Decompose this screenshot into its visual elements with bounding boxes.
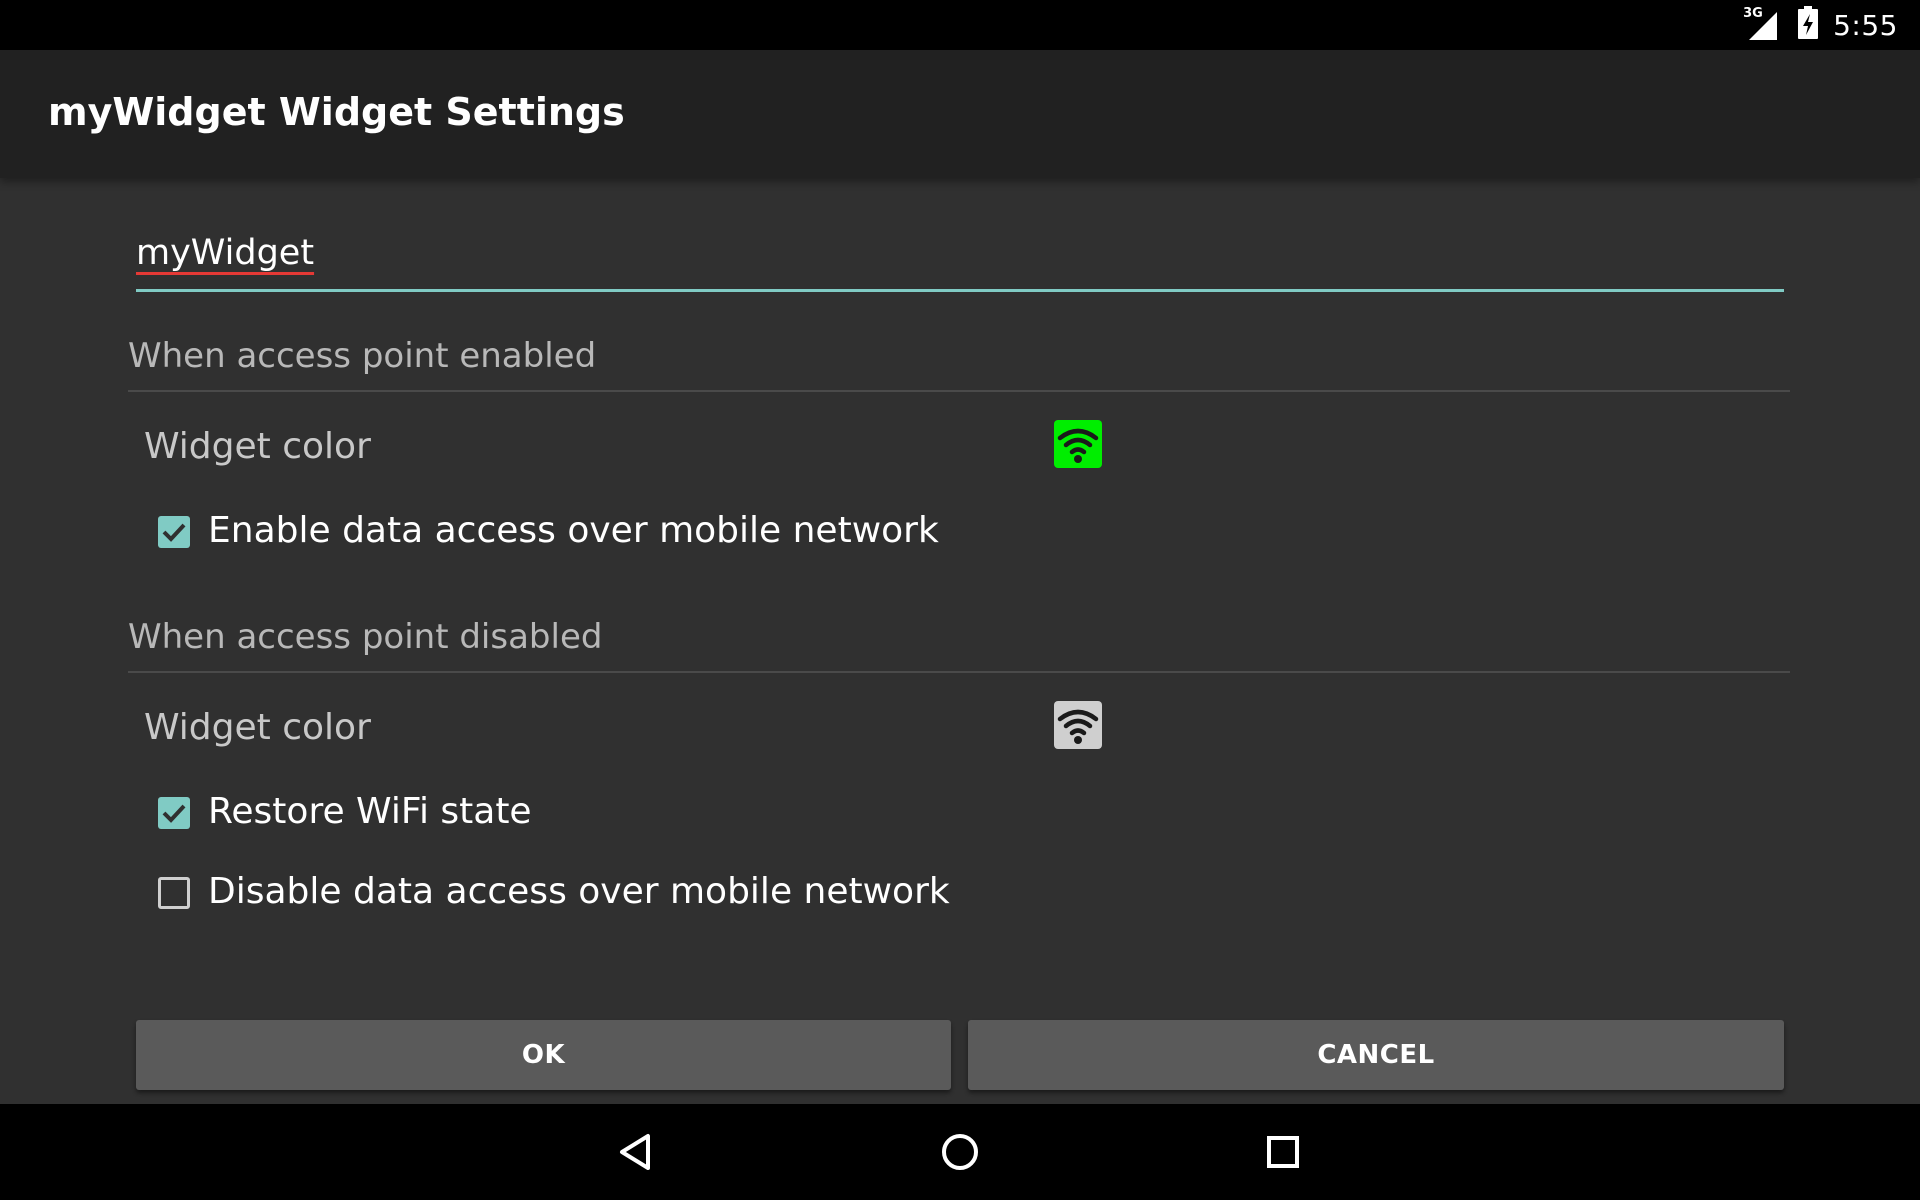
status-time: 5:55	[1833, 8, 1898, 42]
widget-color-swatch-enabled[interactable]	[1054, 420, 1102, 468]
checkbox-row-enable-mobile-data[interactable]: Enable data access over mobile network	[156, 504, 1356, 564]
disable-mobile-data-checkbox[interactable]	[158, 877, 190, 909]
recents-button[interactable]	[1253, 1122, 1313, 1182]
status-bar: 3G 5:55	[0, 0, 1920, 50]
app-bar: myWidget Widget Settings	[0, 50, 1920, 178]
restore-wifi-checkbox[interactable]	[158, 797, 190, 829]
home-icon	[942, 1134, 978, 1170]
wifi-icon	[1057, 709, 1099, 744]
enable-mobile-data-label: Enable data access over mobile network	[208, 510, 939, 551]
widget-color-label: Widget color	[144, 426, 371, 467]
disable-mobile-data-label: Disable data access over mobile network	[208, 871, 950, 912]
checkmark-icon	[162, 523, 186, 542]
settings-content: myWidget When access point enabled Widge…	[0, 178, 1920, 1104]
checkbox-row-disable-mobile-data[interactable]: Disable data access over mobile network	[156, 865, 1356, 925]
widget-name-input[interactable]: myWidget	[136, 233, 1784, 292]
back-button[interactable]	[606, 1122, 666, 1182]
wifi-icon	[1057, 428, 1099, 463]
page-title: myWidget Widget Settings	[48, 90, 625, 134]
section-header-enabled: When access point enabled	[128, 336, 1790, 392]
widget-color-swatch-disabled[interactable]	[1054, 701, 1102, 749]
battery-icon	[1797, 6, 1819, 44]
ok-button[interactable]: OK	[136, 1020, 951, 1090]
widget-color-row-enabled[interactable]: Widget color	[144, 420, 1144, 480]
restore-wifi-label: Restore WiFi state	[208, 791, 532, 832]
widget-color-label: Widget color	[144, 707, 371, 748]
section-header-disabled: When access point disabled	[128, 617, 1790, 673]
checkmark-icon	[162, 804, 186, 823]
section-header-disabled-label: When access point disabled	[128, 617, 603, 657]
widget-color-row-disabled[interactable]: Widget color	[144, 701, 1144, 761]
enable-mobile-data-checkbox[interactable]	[158, 516, 190, 548]
navigation-bar	[0, 1104, 1920, 1200]
status-icons: 3G 5:55	[1743, 0, 1898, 50]
home-button[interactable]	[930, 1122, 990, 1182]
signal-icon: 3G	[1743, 6, 1783, 42]
cancel-button[interactable]: CANCEL	[968, 1020, 1784, 1090]
widget-name-value: myWidget	[136, 233, 315, 273]
back-icon	[620, 1134, 650, 1170]
section-header-enabled-label: When access point enabled	[128, 336, 597, 376]
checkbox-row-restore-wifi[interactable]: Restore WiFi state	[156, 785, 1356, 845]
recents-icon	[1267, 1136, 1299, 1168]
